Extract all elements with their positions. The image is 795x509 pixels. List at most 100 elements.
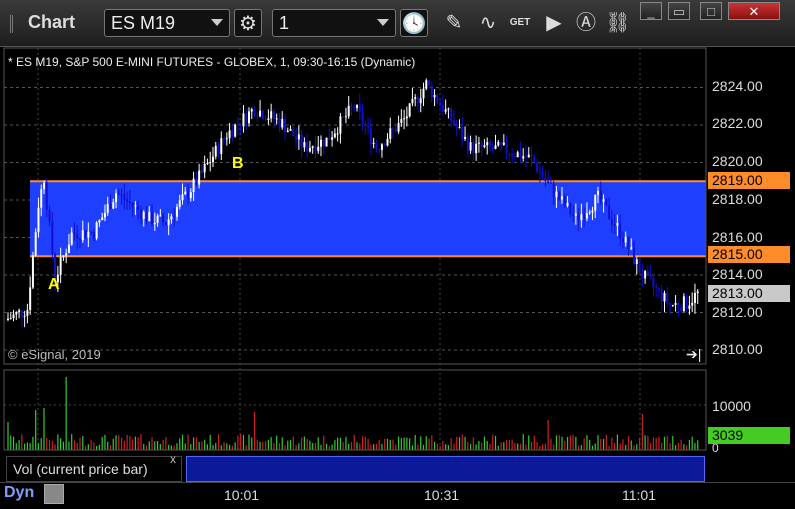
volume-bar bbox=[417, 444, 419, 450]
candle-body bbox=[644, 271, 647, 279]
time-tick: 10:01 bbox=[224, 487, 260, 503]
volume-bar bbox=[320, 444, 322, 450]
dynamic-mode-label[interactable]: Dyn bbox=[4, 484, 34, 502]
candle-body bbox=[361, 111, 364, 125]
candle-body bbox=[619, 223, 622, 239]
candle-body bbox=[200, 170, 203, 173]
candle-body bbox=[652, 277, 655, 287]
volume-bar bbox=[672, 436, 674, 450]
candle-body bbox=[677, 302, 680, 308]
close-icon[interactable]: x bbox=[170, 452, 176, 466]
volume-bar bbox=[564, 440, 566, 450]
candle-body bbox=[178, 200, 181, 207]
price-chart[interactable] bbox=[0, 0, 795, 508]
candle-body bbox=[148, 211, 151, 222]
volume-bar bbox=[32, 436, 34, 450]
scroll-to-end-icon[interactable]: ➔| bbox=[686, 346, 701, 363]
cursor-window-bar bbox=[186, 456, 705, 482]
candle-body bbox=[339, 116, 342, 134]
volume-bar bbox=[21, 434, 23, 450]
volume-last-badge: 3039 bbox=[708, 427, 790, 444]
candle-body bbox=[693, 293, 696, 303]
volume-bar bbox=[104, 434, 106, 450]
volume-bar bbox=[506, 440, 508, 450]
candle-body bbox=[120, 194, 123, 196]
candle-body bbox=[411, 98, 414, 104]
candle-body bbox=[480, 142, 483, 148]
volume-bar bbox=[140, 434, 142, 450]
volume-bar bbox=[251, 437, 253, 450]
volume-bar bbox=[494, 436, 497, 450]
volume-bar bbox=[76, 442, 78, 450]
volume-bar bbox=[248, 434, 250, 450]
candle-body bbox=[630, 247, 633, 250]
candle-body bbox=[214, 145, 217, 157]
volume-bar bbox=[503, 442, 505, 450]
candle-body bbox=[306, 141, 309, 152]
volume-bar bbox=[334, 440, 336, 450]
candle-body bbox=[621, 238, 624, 243]
candle-body bbox=[151, 211, 154, 225]
candle-body bbox=[605, 199, 608, 206]
volume-bar bbox=[638, 437, 641, 450]
volume-bar bbox=[242, 435, 245, 450]
candle-body bbox=[389, 128, 392, 139]
candle-body bbox=[624, 236, 627, 243]
candle-body bbox=[344, 116, 347, 118]
volume-tick: 10000 bbox=[712, 398, 751, 414]
volume-bar bbox=[422, 444, 425, 450]
volume-bar bbox=[616, 434, 618, 450]
candle-body bbox=[577, 213, 580, 221]
volume-bar bbox=[650, 443, 652, 450]
candle-body bbox=[239, 124, 242, 127]
candle-body bbox=[103, 212, 106, 218]
candle-body bbox=[26, 309, 29, 316]
volume-bar bbox=[173, 445, 175, 450]
candle-body bbox=[31, 255, 34, 288]
candle-body bbox=[428, 80, 431, 86]
volume-bar bbox=[54, 444, 56, 450]
candle-body bbox=[347, 105, 350, 117]
candle-body bbox=[311, 146, 314, 148]
volume-bar bbox=[107, 441, 109, 450]
candle-body bbox=[505, 142, 508, 154]
candle-body bbox=[433, 94, 436, 98]
volume-bar bbox=[12, 436, 15, 450]
volume-bar bbox=[481, 442, 483, 450]
volume-bar bbox=[115, 435, 117, 450]
candle-body bbox=[663, 292, 666, 302]
candle-body bbox=[547, 180, 550, 183]
candle-body bbox=[461, 127, 464, 139]
volume-bar bbox=[600, 438, 602, 450]
lock-icon[interactable] bbox=[44, 484, 64, 504]
candle-body bbox=[43, 182, 46, 190]
volume-bar bbox=[168, 444, 170, 450]
volume-bar bbox=[209, 434, 211, 450]
volume-bar bbox=[425, 436, 427, 450]
candle-body bbox=[259, 110, 262, 117]
candle-body bbox=[264, 118, 267, 120]
volume-bar bbox=[292, 436, 294, 450]
candle-body bbox=[84, 230, 87, 238]
volume-series bbox=[7, 377, 699, 450]
candle-body bbox=[378, 149, 381, 151]
candle-body bbox=[414, 97, 417, 99]
candle-body bbox=[538, 171, 541, 173]
volume-bar bbox=[411, 445, 414, 450]
candle-body bbox=[115, 193, 118, 203]
volume-bar bbox=[677, 442, 679, 450]
volume-bar bbox=[472, 437, 474, 450]
volume-bar bbox=[555, 435, 558, 450]
volume-bar bbox=[392, 439, 394, 450]
candle-body bbox=[405, 116, 408, 119]
candle-body bbox=[187, 191, 190, 198]
marker-a: A bbox=[48, 276, 60, 293]
candle-body bbox=[142, 211, 145, 219]
candle-body bbox=[281, 118, 284, 128]
volume-bar bbox=[129, 436, 131, 450]
candle-body bbox=[206, 162, 209, 164]
candle-body bbox=[530, 154, 533, 157]
candle-body bbox=[126, 199, 129, 202]
candle-body bbox=[674, 302, 677, 305]
candle-body bbox=[272, 111, 275, 120]
